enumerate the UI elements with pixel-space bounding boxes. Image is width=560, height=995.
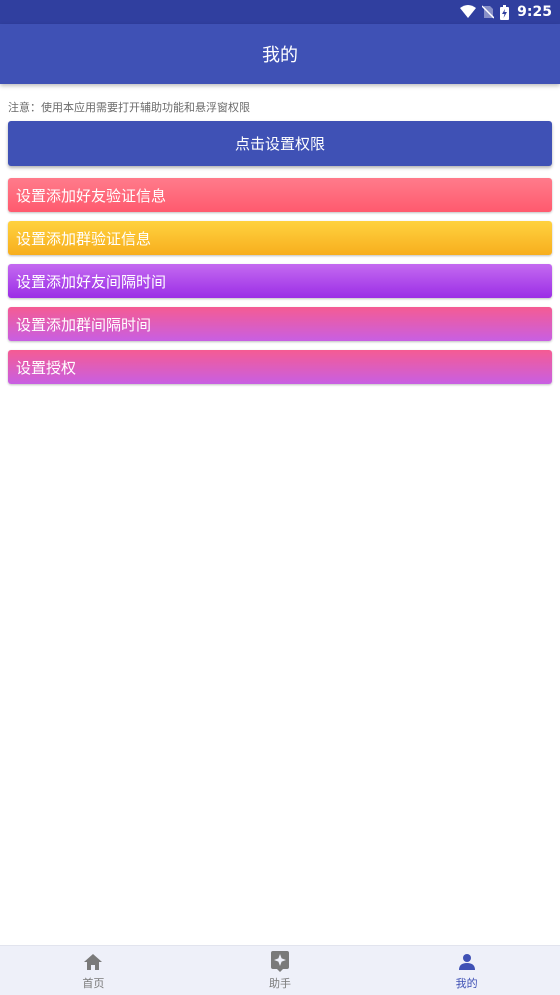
menu-item-label: 设置授权 <box>16 358 77 377</box>
assistant-icon <box>271 950 289 973</box>
permission-notice: 注意：使用本应用需要打开辅助功能和悬浮窗权限 <box>8 101 250 114</box>
app-bar: 我的 <box>0 24 560 84</box>
home-icon <box>83 951 103 973</box>
friend-add-interval-button[interactable]: 设置添加好友间隔时间 <box>8 264 552 298</box>
menu-item-label: 设置添加好友验证信息 <box>16 186 167 205</box>
nav-item-mine[interactable]: 我的 <box>373 946 560 995</box>
battery-charging-icon <box>500 4 510 20</box>
nav-label: 首页 <box>82 976 105 990</box>
nav-label: 助手 <box>269 976 291 990</box>
status-time: 9:25 <box>517 4 552 20</box>
nav-item-home[interactable]: 首页 <box>0 946 187 995</box>
group-add-interval-button[interactable]: 设置添加群间隔时间 <box>8 307 552 341</box>
menu-item-label: 设置添加群验证信息 <box>16 229 152 248</box>
menu-item-label: 设置添加群间隔时间 <box>16 315 152 334</box>
menu-item-label: 设置添加好友间隔时间 <box>16 272 167 291</box>
bottom-navigation: 首页 助手 我的 <box>0 945 560 995</box>
group-verification-message-button[interactable]: 设置添加群验证信息 <box>8 221 552 255</box>
wifi-icon <box>460 5 477 19</box>
nav-item-assistant[interactable]: 助手 <box>187 946 374 995</box>
nav-label: 我的 <box>455 976 478 990</box>
authorization-button[interactable]: 设置授权 <box>8 350 552 384</box>
status-bar: 9:25 <box>0 0 560 24</box>
friend-verification-message-button[interactable]: 设置添加好友验证信息 <box>8 178 552 212</box>
no-sim-icon <box>482 5 495 19</box>
page-title: 我的 <box>262 45 298 66</box>
person-icon <box>458 951 476 973</box>
set-permission-button[interactable]: 点击设置权限 <box>8 121 552 166</box>
